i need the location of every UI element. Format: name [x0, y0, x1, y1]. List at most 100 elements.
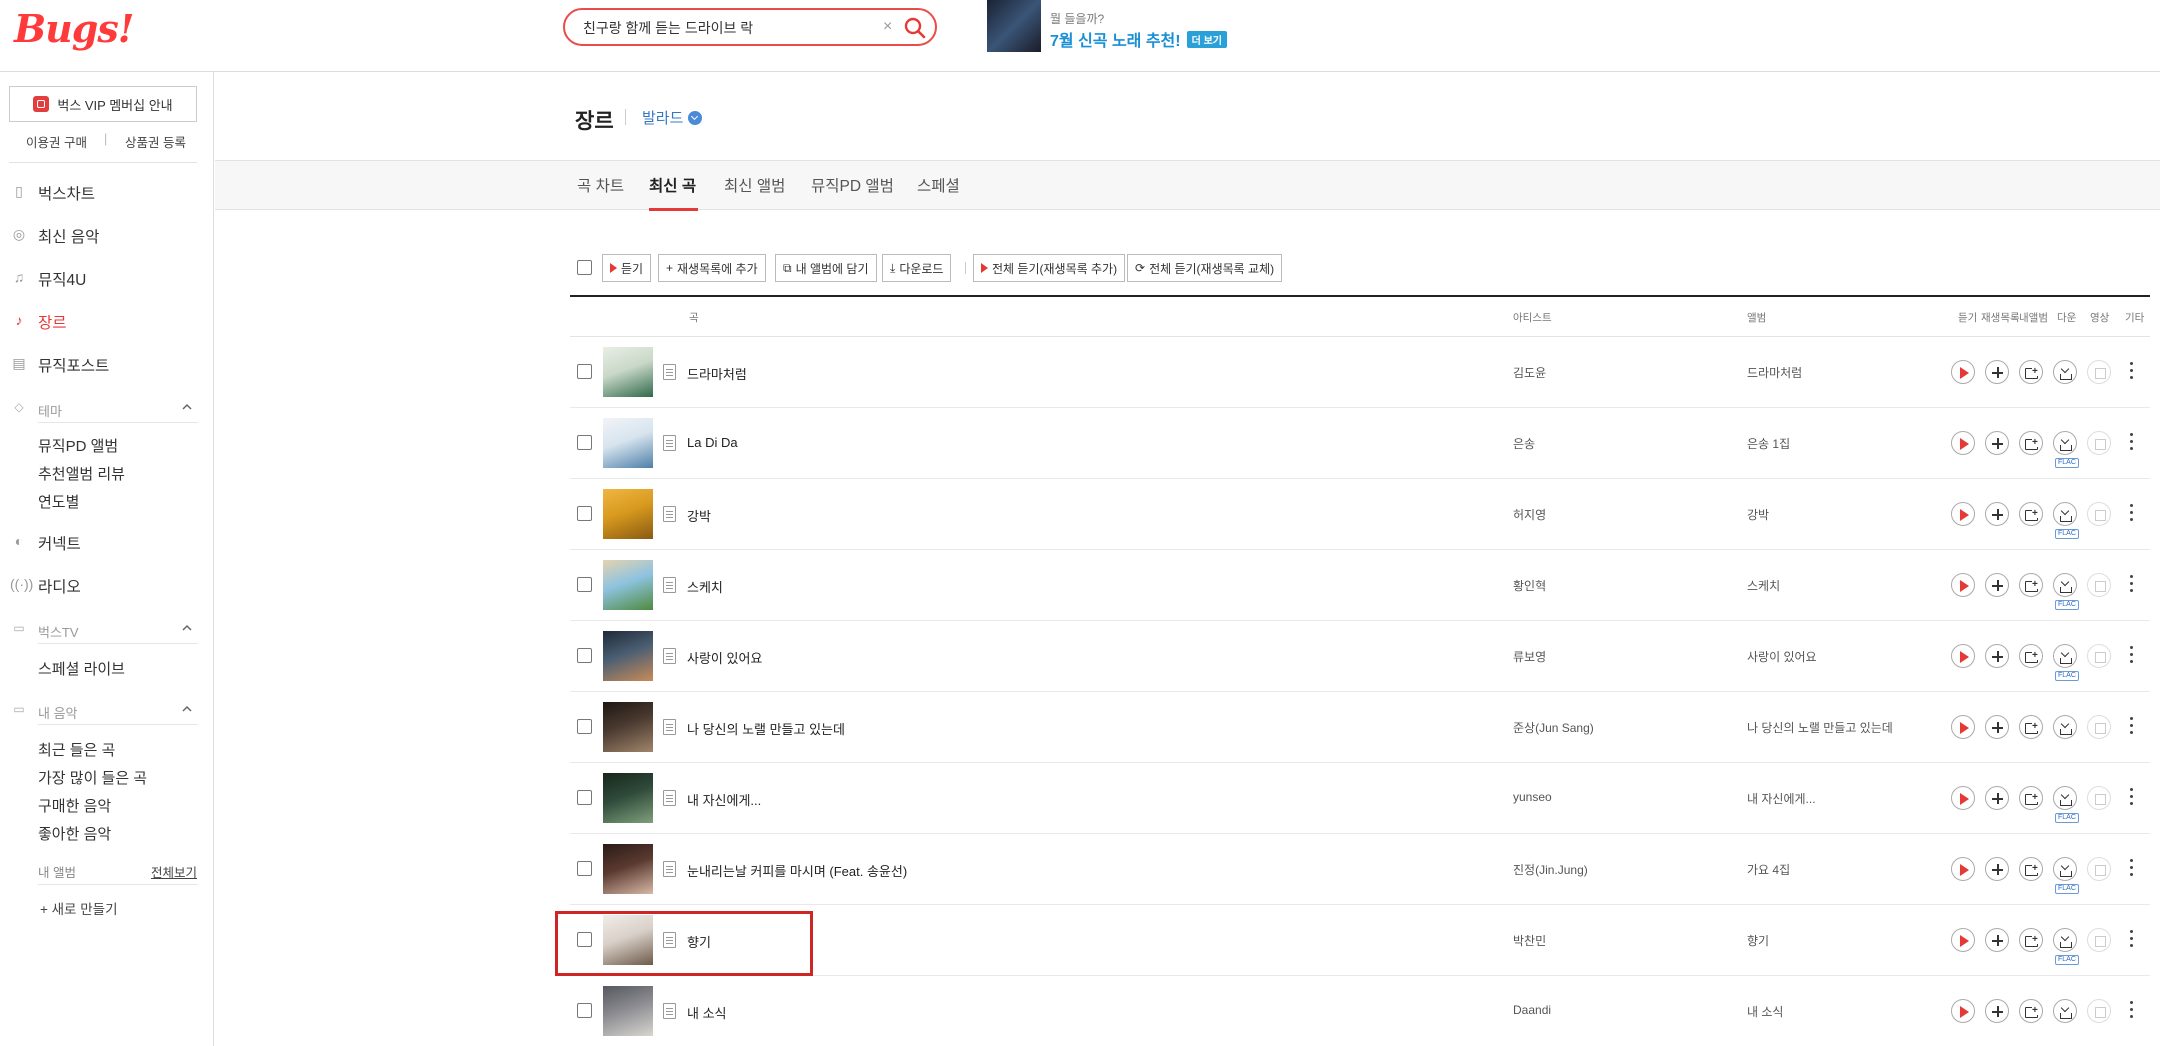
- song-album[interactable]: 은송 1집: [1747, 435, 1790, 452]
- theme-group-header[interactable]: ◇ 테마: [0, 398, 214, 420]
- song-album[interactable]: 나 당신의 노랠 만들고 있는데: [1747, 719, 1893, 736]
- register-voucher-link[interactable]: 상품권 등록: [125, 132, 186, 151]
- play-icon[interactable]: [1951, 999, 1975, 1023]
- album-cover[interactable]: [603, 347, 653, 397]
- lyrics-icon[interactable]: [663, 1003, 676, 1019]
- song-artist[interactable]: 은송: [1513, 435, 1535, 452]
- album-cover[interactable]: [603, 844, 653, 894]
- promo-title-text[interactable]: 7월 신곡 노래 추천!: [1050, 33, 1181, 50]
- promo-title[interactable]: 7월 신곡 노래 추천! 더 보기: [1050, 27, 1227, 51]
- chevron-up-icon[interactable]: [180, 620, 194, 636]
- song-artist[interactable]: 준상(Jun Sang): [1513, 719, 1594, 736]
- add-album-icon[interactable]: [2019, 644, 2043, 668]
- song-artist[interactable]: yunseo: [1513, 790, 1552, 804]
- song-title[interactable]: 드라마처럼: [687, 364, 747, 383]
- sidebar-item-connect[interactable]: ◐ 커넥트: [0, 528, 214, 554]
- my-music-group-header[interactable]: ▭ 내 음악: [0, 700, 214, 722]
- table-row[interactable]: 내 소식 Daandi 내 소식: [570, 976, 2150, 1046]
- table-row[interactable]: 내 자신에게... yunseo 내 자신에게... FLAC: [570, 763, 2150, 834]
- sidebar-item-most-played[interactable]: 가장 많이 들은 곡: [38, 767, 147, 788]
- add-playlist-icon[interactable]: [1985, 715, 2009, 739]
- play-icon[interactable]: [1951, 431, 1975, 455]
- add-album-icon[interactable]: [2019, 715, 2043, 739]
- add-playlist-icon[interactable]: [1985, 573, 2009, 597]
- sidebar-item-purchased[interactable]: 구매한 음악: [38, 795, 111, 816]
- song-album[interactable]: 향기: [1747, 932, 1769, 949]
- song-title[interactable]: 나 당신의 노랠 만들고 있는데: [687, 719, 845, 738]
- tab-new-albums[interactable]: 최신 앨범: [724, 174, 785, 196]
- song-title[interactable]: 강박: [687, 506, 711, 525]
- download-button[interactable]: ⤓ 다운로드: [882, 254, 952, 282]
- sidebar-item-genre[interactable]: ♪ 장르: [0, 307, 214, 333]
- download-icon[interactable]: [2053, 857, 2077, 881]
- play-icon[interactable]: [1951, 502, 1975, 526]
- song-artist[interactable]: 류보영: [1513, 648, 1546, 665]
- song-artist[interactable]: 황인혁: [1513, 577, 1546, 594]
- add-album-icon[interactable]: [2019, 857, 2043, 881]
- lyrics-icon[interactable]: [663, 648, 676, 664]
- song-title[interactable]: 내 자신에게...: [687, 790, 761, 809]
- search-input[interactable]: [583, 17, 873, 39]
- song-title[interactable]: 스케치: [687, 577, 723, 596]
- play-icon[interactable]: [1951, 857, 1975, 881]
- album-cover[interactable]: [603, 773, 653, 823]
- download-icon[interactable]: [2053, 715, 2077, 739]
- select-all-checkbox[interactable]: [577, 260, 592, 275]
- bugs-logo[interactable]: Bugs!: [14, 6, 134, 51]
- sidebar-item-music4u[interactable]: ♫ 뮤직4U: [0, 264, 214, 290]
- clear-icon[interactable]: ×: [883, 18, 892, 36]
- download-icon[interactable]: [2053, 360, 2077, 384]
- vip-membership-button[interactable]: 벅스 VIP 멤버십 안내: [9, 86, 197, 122]
- add-album-icon[interactable]: [2019, 431, 2043, 455]
- album-cover[interactable]: [603, 702, 653, 752]
- lyrics-icon[interactable]: [663, 861, 676, 877]
- lyrics-icon[interactable]: [663, 719, 676, 735]
- add-playlist-icon[interactable]: [1985, 431, 2009, 455]
- album-cover[interactable]: [603, 631, 653, 681]
- song-title[interactable]: La Di Da: [687, 435, 738, 450]
- download-icon[interactable]: [2053, 431, 2077, 455]
- add-album-icon[interactable]: [2019, 573, 2043, 597]
- add-to-my-album-button[interactable]: ⧉ 내 앨범에 담기: [775, 254, 877, 282]
- genre-select[interactable]: 발라드: [642, 107, 703, 128]
- play-all-add-button[interactable]: 전체 듣기(재생목록 추가): [973, 254, 1126, 282]
- lyrics-icon[interactable]: [663, 790, 676, 806]
- song-album[interactable]: 내 소식: [1747, 1003, 1783, 1020]
- song-album[interactable]: 가요 4집: [1747, 861, 1790, 878]
- chevron-up-icon[interactable]: [180, 399, 194, 415]
- lyrics-icon[interactable]: [663, 577, 676, 593]
- table-row[interactable]: 눈내리는날 커피를 마시며 (Feat. 송윤선) 진정(Jin.Jung) 가요 …: [570, 834, 2150, 905]
- lyrics-icon[interactable]: [663, 435, 676, 451]
- add-album-icon[interactable]: [2019, 928, 2043, 952]
- promo-more-badge[interactable]: 더 보기: [1186, 31, 1227, 48]
- more-options-icon[interactable]: [2128, 430, 2134, 454]
- album-cover[interactable]: [603, 489, 653, 539]
- bugstv-group-header[interactable]: ▭ 벅스TV: [0, 619, 214, 641]
- promo-image[interactable]: [987, 0, 1041, 52]
- row-checkbox[interactable]: [577, 435, 592, 450]
- song-artist[interactable]: 박찬민: [1513, 932, 1546, 949]
- add-playlist-icon[interactable]: [1985, 928, 2009, 952]
- song-album[interactable]: 스케치: [1747, 577, 1780, 594]
- row-checkbox[interactable]: [577, 1003, 592, 1018]
- album-cover[interactable]: [603, 986, 653, 1036]
- sidebar-item-special-live[interactable]: 스페셜 라이브: [38, 658, 125, 679]
- view-all-link[interactable]: 전체보기: [151, 862, 197, 881]
- add-to-playlist-button[interactable]: + 재생목록에 추가: [658, 254, 766, 282]
- play-icon[interactable]: [1951, 573, 1975, 597]
- song-album[interactable]: 강박: [1747, 506, 1769, 523]
- sidebar-item-radio[interactable]: ((·)) 라디오: [0, 571, 214, 597]
- sidebar-item-by-year[interactable]: 연도별: [38, 491, 79, 512]
- download-icon[interactable]: [2053, 573, 2077, 597]
- row-checkbox[interactable]: [577, 577, 592, 592]
- row-checkbox[interactable]: [577, 506, 592, 521]
- more-options-icon[interactable]: [2128, 785, 2134, 809]
- song-artist[interactable]: 진정(Jin.Jung): [1513, 861, 1588, 878]
- more-options-icon[interactable]: [2128, 998, 2134, 1022]
- table-row[interactable]: 사랑이 있어요 류보영 사랑이 있어요 FLAC: [570, 621, 2150, 692]
- add-playlist-icon[interactable]: [1985, 857, 2009, 881]
- play-icon[interactable]: [1951, 715, 1975, 739]
- sidebar-item-musicpd-album[interactable]: 뮤직PD 앨범: [38, 435, 118, 456]
- download-icon[interactable]: [2053, 786, 2077, 810]
- more-options-icon[interactable]: [2128, 927, 2134, 951]
